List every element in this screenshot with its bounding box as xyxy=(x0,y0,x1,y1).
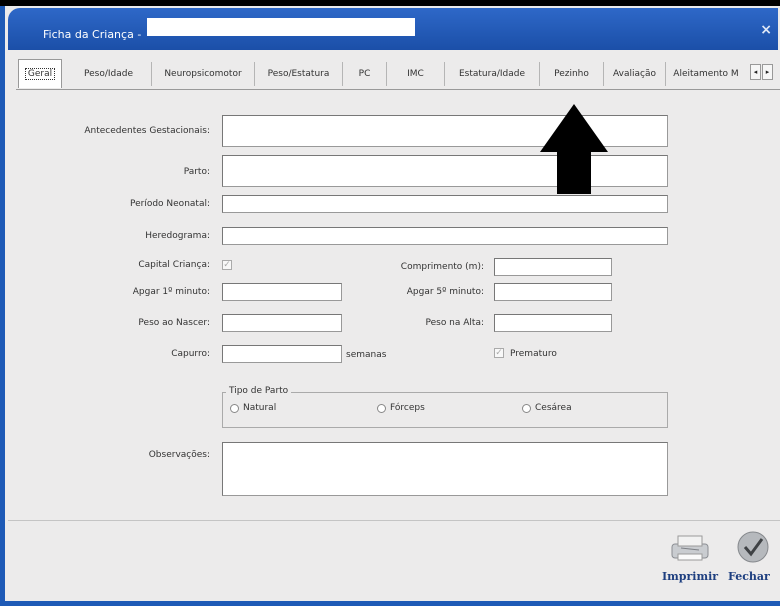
window-title: Ficha da Criança - xyxy=(43,28,142,41)
tab-peso-idade[interactable]: Peso/Idade xyxy=(66,62,152,86)
tab-avaliacao[interactable]: Avaliação xyxy=(604,62,666,86)
tipo-parto-title: Tipo de Parto xyxy=(226,386,292,396)
child-record-window xyxy=(0,6,780,606)
tab-geral[interactable]: Geral xyxy=(18,59,62,88)
apgar5-field[interactable] xyxy=(494,283,612,301)
natural-radio[interactable] xyxy=(230,404,239,413)
comprimento-label: Comprimento (m): xyxy=(400,262,484,272)
observacoes-label: Observações: xyxy=(148,450,210,460)
printer-icon[interactable] xyxy=(668,532,712,564)
comprimento-field[interactable] xyxy=(494,258,612,276)
close-button[interactable]: Fechar xyxy=(728,570,770,583)
tab-peso-estatura[interactable]: Peso/Estatura xyxy=(255,62,343,86)
tab-strip: Geral Peso/Idade Neuropsicomotor Peso/Es… xyxy=(16,58,780,90)
cesarea-radio-label: Cesárea xyxy=(535,403,572,413)
tipo-parto-group xyxy=(222,392,668,428)
prematuro-checkbox[interactable]: ✓ xyxy=(494,348,504,358)
periodo-neonatal-label: Período Neonatal: xyxy=(129,199,210,209)
close-window-icon[interactable]: × xyxy=(760,22,772,38)
peso-nascer-label: Peso ao Nascer: xyxy=(138,318,210,328)
capital-crianca-label: Capital Criança: xyxy=(138,260,210,270)
capital-crianca-checkbox[interactable]: ✓ xyxy=(222,260,232,270)
antecedentes-label: Antecedentes Gestacionais: xyxy=(84,126,210,136)
tab-estatura-idade[interactable]: Estatura/Idade xyxy=(445,62,540,86)
heredograma-field[interactable] xyxy=(222,227,668,245)
capurro-field[interactable] xyxy=(222,345,342,363)
down-arrow-annotation-icon xyxy=(540,104,608,194)
forceps-radio[interactable] xyxy=(377,404,386,413)
observacoes-field[interactable] xyxy=(222,442,668,496)
heredograma-label: Heredograma: xyxy=(145,231,210,241)
tab-aleitamento[interactable]: Aleitamento M xyxy=(666,62,746,86)
child-name-field xyxy=(147,18,415,36)
tab-pc[interactable]: PC xyxy=(343,62,387,86)
check-icon[interactable] xyxy=(736,530,770,564)
tab-pezinho[interactable]: Pezinho xyxy=(540,62,604,86)
apgar5-label: Apgar 5º minuto: xyxy=(406,287,484,297)
apgar1-field[interactable] xyxy=(222,283,342,301)
cesarea-radio[interactable] xyxy=(522,404,531,413)
print-button[interactable]: Imprimir xyxy=(662,570,718,583)
forceps-radio-label: Fórceps xyxy=(390,403,425,413)
apgar1-label: Apgar 1º minuto: xyxy=(132,287,210,297)
natural-radio-label: Natural xyxy=(243,403,277,413)
tab-label: Geral xyxy=(24,68,56,80)
peso-nascer-field[interactable] xyxy=(222,314,342,332)
periodo-neonatal-field[interactable] xyxy=(222,195,668,213)
tab-scroll-right-icon[interactable]: ▸ xyxy=(762,64,773,80)
parto-label: Parto: xyxy=(183,167,210,177)
capurro-unit: semanas xyxy=(346,350,387,360)
prematuro-label: Prematuro xyxy=(510,349,557,359)
tab-scroll-left-icon[interactable]: ◂ xyxy=(750,64,761,80)
tab-neuropsicomotor[interactable]: Neuropsicomotor xyxy=(152,62,255,86)
tab-imc[interactable]: IMC xyxy=(387,62,445,86)
peso-alta-label: Peso na Alta: xyxy=(425,318,484,328)
capurro-label: Capurro: xyxy=(171,349,210,359)
peso-alta-field[interactable] xyxy=(494,314,612,332)
